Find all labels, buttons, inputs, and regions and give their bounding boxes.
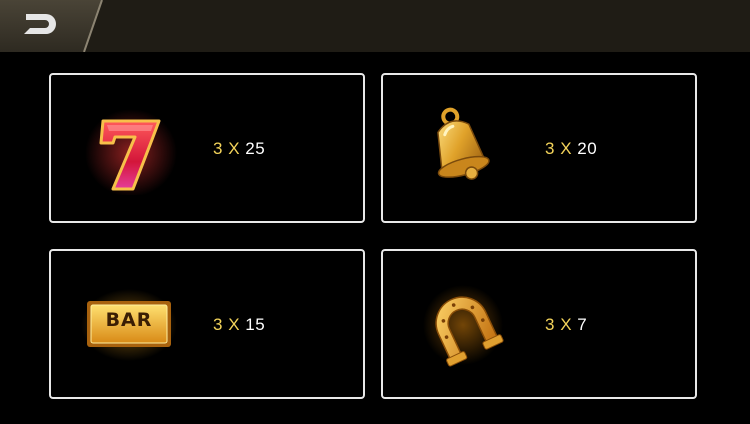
payout-text: 3 X 7: [545, 315, 587, 335]
payout-value: 20: [577, 139, 598, 158]
payout-value: 7: [577, 315, 588, 334]
multiply-sign: X: [560, 315, 573, 334]
payout-text: 3 X 25: [213, 139, 265, 159]
paytable-card-horseshoe: 3 X 7: [381, 249, 697, 399]
symbol-count: 3: [545, 315, 555, 334]
multiply-sign: X: [228, 139, 241, 158]
symbol-count: 3: [213, 315, 223, 334]
multiply-sign: X: [228, 315, 241, 334]
payout-value: 25: [245, 139, 266, 158]
paytable-card-bell: 3 X 20: [381, 73, 697, 223]
symbol-count: 3: [213, 139, 223, 158]
paytable-card-seven: 3 X 25: [49, 73, 365, 223]
bar-symbol-icon: BAR: [81, 279, 177, 371]
top-bar: [0, 0, 750, 52]
back-button[interactable]: [0, 0, 104, 52]
paytable-card-bar: BAR 3 X 15: [49, 249, 365, 399]
horseshoe-symbol-icon: [413, 279, 509, 371]
bell-symbol-icon: [413, 103, 509, 195]
bar-label: BAR: [105, 309, 153, 331]
symbol-count: 3: [545, 139, 555, 158]
payout-text: 3 X 20: [545, 139, 597, 159]
seven-symbol-icon: [81, 103, 177, 197]
payout-value: 15: [245, 315, 266, 334]
multiply-sign: X: [560, 139, 573, 158]
payout-text: 3 X 15: [213, 315, 265, 335]
